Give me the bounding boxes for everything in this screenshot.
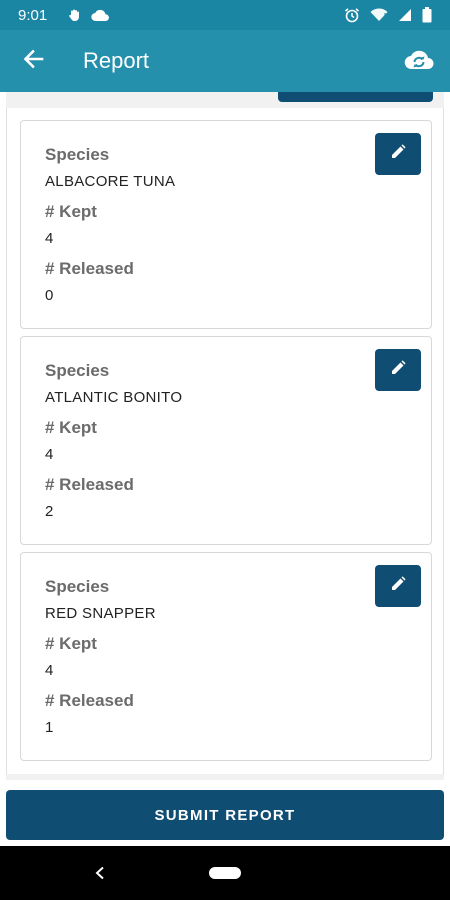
- hand-notification-icon: [68, 8, 82, 22]
- cloud-notification-icon: [91, 9, 110, 21]
- species-value: RED SNAPPER: [45, 605, 156, 622]
- back-button[interactable]: [0, 30, 66, 92]
- edit-catch-button[interactable]: [375, 565, 421, 607]
- status-time: 9:01: [18, 6, 48, 24]
- arrow-left-icon: [22, 48, 44, 75]
- catch-card: Species ATLANTIC BONITO # Kept 4 # Relea…: [20, 336, 432, 545]
- species-label: Species: [45, 361, 110, 380]
- species-label: Species: [45, 577, 110, 596]
- wifi-icon: [370, 8, 388, 22]
- released-value: 1: [45, 719, 54, 736]
- status-bar: 9:01: [0, 0, 450, 30]
- pencil-icon: [390, 143, 406, 165]
- kept-label: # Kept: [45, 634, 97, 653]
- edit-catch-button[interactable]: [375, 133, 421, 175]
- kept-value: 4: [45, 230, 54, 247]
- kept-value: 4: [45, 446, 54, 463]
- kept-label: # Kept: [45, 202, 97, 221]
- released-label: # Released: [45, 475, 134, 494]
- species-value: ATLANTIC BONITO: [45, 389, 183, 406]
- nav-home-icon[interactable]: [209, 867, 241, 879]
- species-label: Species: [45, 145, 110, 164]
- pencil-icon: [390, 359, 406, 381]
- add-catch-button[interactable]: [278, 92, 433, 102]
- cloud-sync-icon: [404, 48, 434, 75]
- catch-card: Species RED SNAPPER # Kept 4 # Released …: [20, 552, 432, 761]
- catch-list: Species ALBACORE TUNA # Kept 4 # Release…: [6, 108, 444, 774]
- cloud-sync-button[interactable]: [388, 30, 450, 92]
- alarm-icon: [344, 7, 360, 23]
- submit-report-button[interactable]: SUBMIT REPORT: [6, 790, 444, 840]
- released-value: 2: [45, 503, 54, 520]
- app-bar: Report: [0, 30, 450, 92]
- report-content: Species ALBACORE TUNA # Kept 4 # Release…: [0, 92, 450, 780]
- species-value: ALBACORE TUNA: [45, 173, 176, 190]
- system-nav-bar: [0, 846, 450, 900]
- edit-catch-button[interactable]: [375, 349, 421, 391]
- catch-card: Species ALBACORE TUNA # Kept 4 # Release…: [20, 120, 432, 329]
- page-title: Report: [83, 48, 150, 73]
- battery-icon: [422, 7, 432, 23]
- released-value: 0: [45, 287, 54, 304]
- signal-icon: [398, 8, 412, 22]
- released-label: # Released: [45, 259, 134, 278]
- released-label: # Released: [45, 691, 134, 710]
- kept-value: 4: [45, 662, 54, 679]
- nav-back-icon[interactable]: [90, 863, 110, 883]
- kept-label: # Kept: [45, 418, 97, 437]
- pencil-icon: [390, 575, 406, 597]
